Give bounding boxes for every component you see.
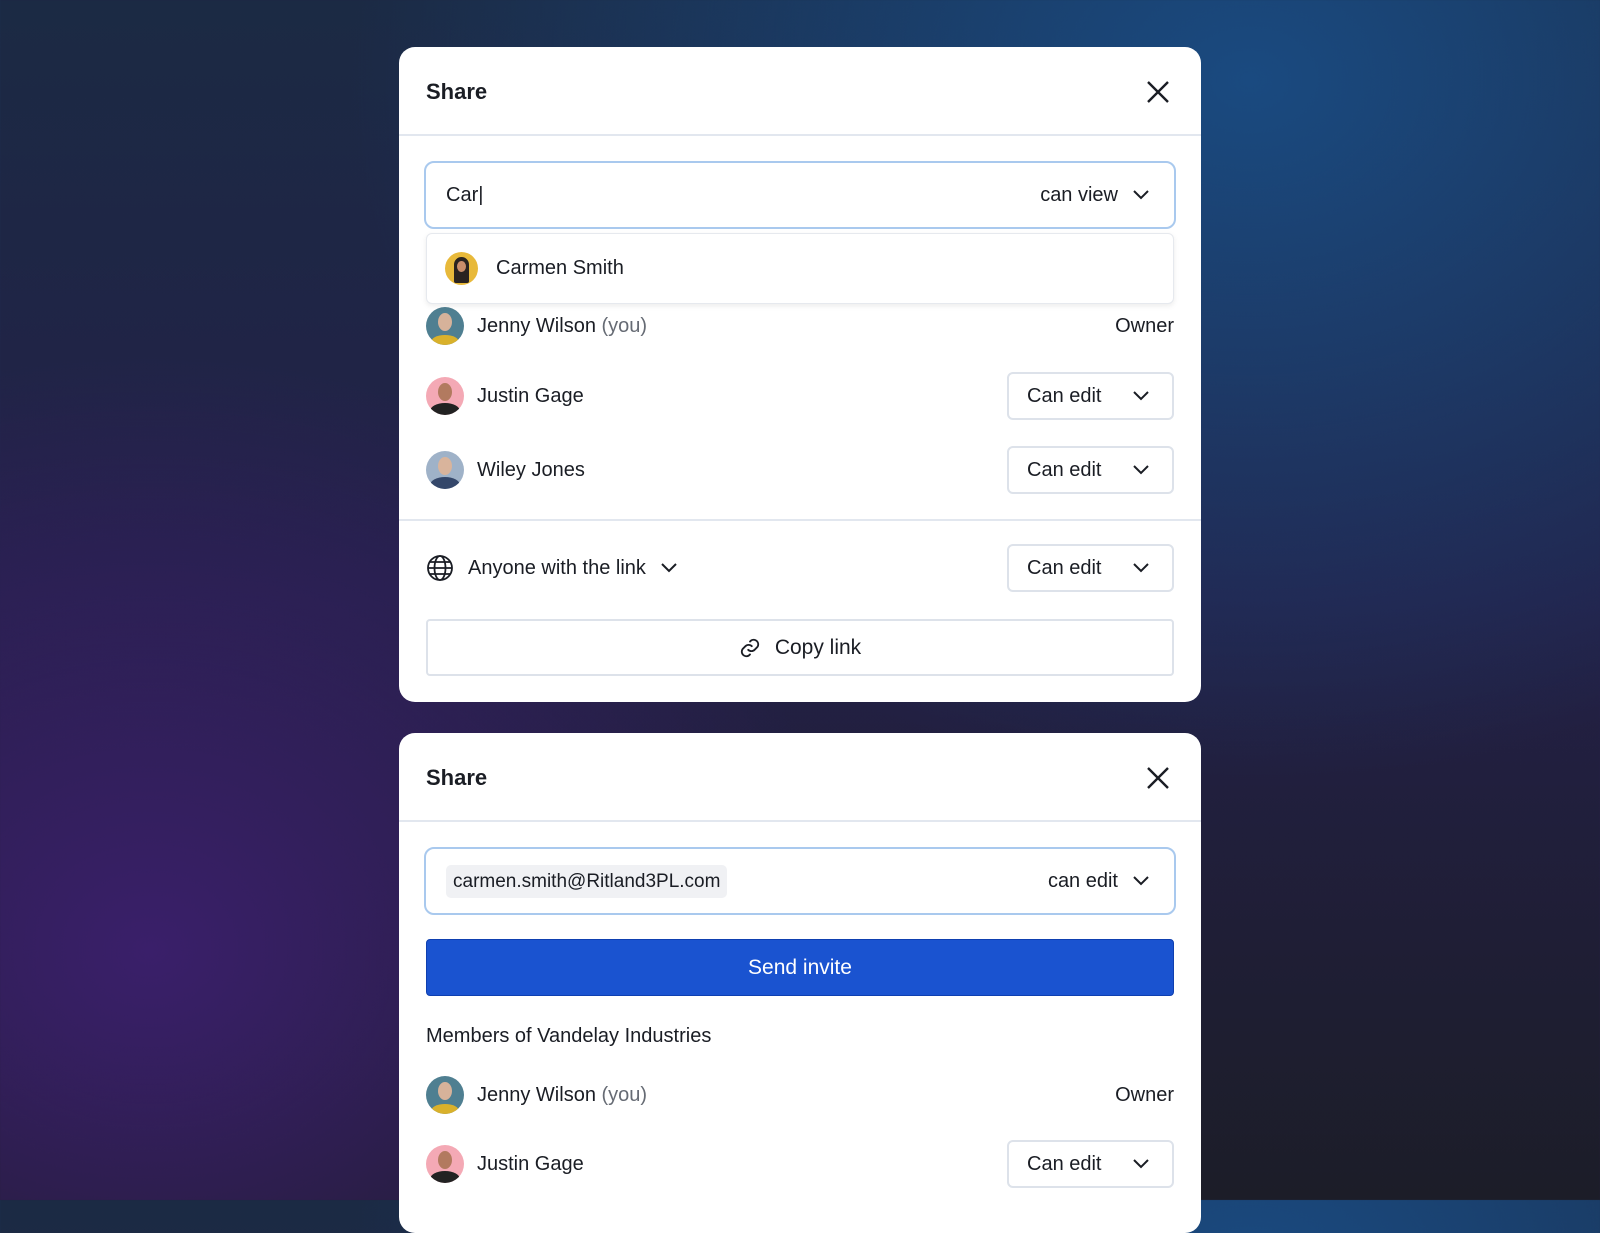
role-label: Can edit: [1027, 384, 1102, 407]
permission-label: can view: [1040, 183, 1118, 206]
invite-search-input[interactable]: Car| can view: [424, 161, 1176, 229]
member-row: Wiley Jones Can edit: [426, 446, 1174, 494]
permission-dropdown[interactable]: can view: [1040, 184, 1150, 207]
member-row: Justin Gage Can edit: [426, 372, 1174, 420]
dialog-header: Share: [399, 47, 1201, 136]
member-name: Wiley Jones: [477, 458, 585, 481]
member-row: Jenny Wilson (you) Owner: [426, 302, 1174, 350]
role-label: Owner: [1115, 314, 1174, 337]
chevron-down-icon: [1132, 189, 1150, 201]
share-dialog-2: Share carmen.smith@Ritland3PL.com can ed…: [399, 733, 1201, 1233]
chevron-down-icon: [1132, 390, 1150, 402]
chevron-down-icon: [1132, 464, 1150, 476]
copy-link-button[interactable]: Copy link: [426, 619, 1174, 676]
permission-label: can edit: [1047, 869, 1118, 892]
close-icon[interactable]: [1145, 79, 1171, 105]
suggestion-item[interactable]: Carmen Smith: [427, 234, 1173, 303]
role-label: Owner: [1115, 1083, 1174, 1106]
copy-link-label: Copy link: [774, 635, 862, 659]
role-label: Can edit: [1027, 556, 1102, 579]
avatar: [426, 307, 464, 345]
you-label: (you): [601, 314, 648, 337]
avatar: [426, 1076, 464, 1114]
share-dialog-1: Share Car| can view Carmen Smith Jenny W…: [399, 47, 1201, 702]
chevron-down-icon: [660, 562, 678, 574]
link-access-dropdown[interactable]: Anyone with the link: [426, 554, 1007, 582]
email-chip[interactable]: carmen.smith@Ritland3PL.com: [446, 864, 728, 898]
members-section-label: Members of Vandelay Industries: [426, 1025, 712, 1047]
send-invite-label: Send invite: [748, 955, 852, 979]
link-permission-dropdown[interactable]: Can edit: [1007, 544, 1174, 592]
link-access-row: Anyone with the link Can edit: [426, 544, 1174, 592]
role-label: Can edit: [1027, 1152, 1102, 1175]
member-name: Jenny Wilson: [477, 1083, 596, 1106]
dialog-header: Share: [399, 733, 1201, 822]
avatar: [426, 451, 464, 489]
link-icon: [740, 638, 759, 657]
globe-icon: [427, 555, 453, 581]
member-row: Justin Gage Can edit: [426, 1140, 1174, 1188]
role-dropdown[interactable]: Can edit: [1007, 446, 1174, 494]
link-access-label: Anyone with the link: [468, 556, 646, 579]
member-name: Jenny Wilson: [477, 314, 596, 337]
invite-email-input[interactable]: carmen.smith@Ritland3PL.com can edit: [424, 847, 1176, 915]
avatar: [426, 377, 464, 415]
dialog-title: Share: [426, 79, 488, 104]
search-value: Car|: [446, 183, 484, 206]
avatar: [445, 252, 478, 285]
close-icon[interactable]: [1145, 765, 1171, 791]
role-dropdown[interactable]: Can edit: [1007, 1140, 1174, 1188]
permission-dropdown[interactable]: can edit: [1048, 870, 1150, 893]
chevron-down-icon: [1132, 875, 1150, 887]
role-dropdown[interactable]: Can edit: [1007, 372, 1174, 420]
dialog-title: Share: [426, 765, 488, 790]
suggestion-name: Carmen Smith: [496, 257, 624, 279]
chevron-down-icon: [1132, 1158, 1150, 1170]
send-invite-button[interactable]: Send invite: [426, 939, 1174, 996]
chevron-down-icon: [1132, 562, 1150, 574]
avatar: [426, 1145, 464, 1183]
member-row: Jenny Wilson (you) Owner: [426, 1071, 1174, 1119]
divider: [399, 519, 1201, 521]
role-label: Can edit: [1027, 458, 1102, 481]
you-label: (you): [601, 1083, 648, 1106]
member-name: Justin Gage: [477, 384, 584, 407]
suggestion-dropdown: Carmen Smith: [426, 233, 1174, 304]
member-name: Justin Gage: [477, 1152, 584, 1175]
